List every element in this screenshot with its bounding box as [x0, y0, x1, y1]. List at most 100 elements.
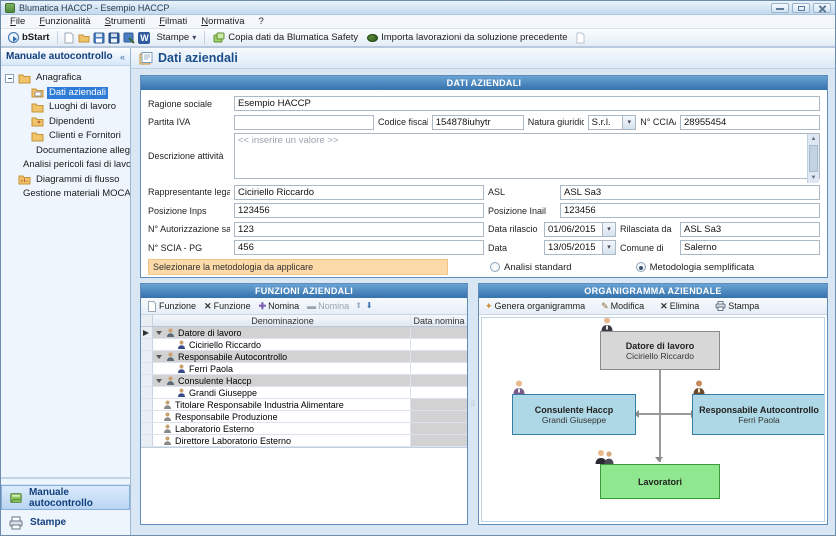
natura-giuridica-select[interactable]: S.r.l. ▾	[588, 115, 637, 130]
person-icon	[166, 376, 175, 386]
codice-fiscale-input[interactable]	[432, 115, 524, 130]
asl-input[interactable]	[560, 185, 820, 200]
posizione-inail-input[interactable]	[560, 203, 820, 218]
data-datepicker[interactable]: 13/05/2015 ▾	[544, 240, 616, 255]
menu-filmati[interactable]: Filmati	[152, 15, 194, 28]
comune-di-input[interactable]	[680, 240, 820, 255]
organigramma-toolbar: ✦ Genera organigramma ✎ Modifica ✕ Elimi…	[479, 298, 827, 315]
scroll-down-icon[interactable]: ▼	[808, 173, 819, 183]
menu-funzionalita[interactable]: Funzionalità	[32, 15, 97, 28]
delete-funzione-button[interactable]: ✕ Funzione	[202, 301, 253, 311]
collapse-node-icon[interactable]	[5, 74, 14, 83]
stampe-menu-button[interactable]: Stampe ▾	[153, 31, 199, 44]
scrollbar-thumb[interactable]	[809, 145, 818, 172]
scroll-up-icon[interactable]: ▲	[808, 134, 819, 144]
modifica-button[interactable]: ✎ Modifica	[599, 301, 646, 311]
collapse-row-icon[interactable]	[156, 379, 162, 383]
nav-manuale-autocontrollo-button[interactable]: Manuale autocontrollo	[1, 485, 130, 510]
add-nomina-button[interactable]: ✚ Nomina	[257, 301, 302, 311]
data-label: Data	[488, 243, 540, 253]
tree-item-gestione-moca[interactable]: Gestione materiali MOCA	[5, 187, 130, 202]
tree-item-luoghi-di-lavoro[interactable]: Luoghi di lavoro	[5, 100, 130, 115]
radio-analisi-standard[interactable]: Analisi standard	[490, 262, 572, 273]
save-icon[interactable]	[93, 32, 105, 44]
tree-item-diagrammi-flusso[interactable]: Diagrammi di flusso	[5, 173, 130, 188]
maximize-button[interactable]	[792, 3, 810, 13]
textarea-scrollbar[interactable]: ▲ ▼	[807, 134, 819, 183]
radio-metodologia-semplificata[interactable]: Metodologia semplificata	[636, 262, 755, 273]
save-all-icon[interactable]	[108, 32, 120, 44]
table-row[interactable]: Responsabile Autocontrollo	[141, 351, 467, 363]
tree-item-analisi-pericoli[interactable]: Analisi pericoli fasi di lavoro	[5, 158, 130, 173]
radio-on-icon[interactable]	[636, 262, 646, 272]
ragione-sociale-input[interactable]	[234, 96, 820, 111]
chevron-down-icon[interactable]: ▾	[602, 223, 615, 236]
menu-normativa[interactable]: Normativa	[194, 15, 251, 28]
open-folder-icon[interactable]	[78, 32, 90, 44]
arrow-down-icon	[655, 457, 663, 462]
table-row[interactable]: Direttore Laboratorio Esterno	[141, 435, 467, 447]
tree-item-dati-aziendali[interactable]: Dati aziendali	[5, 86, 130, 101]
menu-help[interactable]: ?	[252, 15, 271, 28]
person-clipart	[692, 380, 706, 395]
data-rilascio-datepicker[interactable]: 01/06/2015 ▾	[544, 222, 616, 237]
tree-item-clienti-fornitori[interactable]: Clienti e Fornitori	[5, 129, 130, 144]
descrizione-attivita-textarea[interactable]	[234, 133, 820, 179]
close-button[interactable]	[813, 3, 831, 13]
new-document-icon[interactable]	[63, 32, 75, 44]
remove-nomina-button[interactable]: ▬ Nomina	[305, 301, 351, 311]
rappresentante-legale-input[interactable]	[234, 185, 484, 200]
tree-item-anagrafica[interactable]: Anagrafica	[5, 71, 130, 86]
add-funzione-button[interactable]: Funzione	[145, 301, 198, 312]
minimize-button[interactable]	[771, 3, 789, 13]
tree-item-documentazione-allegata[interactable]: Documentazione allegata	[5, 144, 130, 159]
genera-organigramma-button[interactable]: ✦ Genera organigramma	[483, 301, 587, 311]
partita-iva-input[interactable]	[234, 115, 374, 130]
nav-stampe-button[interactable]: Stampe	[1, 510, 130, 535]
org-node-consulente[interactable]: Consulente Haccp Grandi Giuseppe	[512, 394, 636, 435]
chevron-down-icon[interactable]: ▾	[622, 116, 635, 129]
move-down-icon[interactable]: ⬇	[366, 301, 373, 311]
table-row[interactable]: Titolare Responsabile Industria Alimenta…	[141, 399, 467, 411]
table-row[interactable]: Laboratorio Esterno	[141, 423, 467, 435]
elimina-button[interactable]: ✕ Elimina	[658, 301, 701, 311]
save-export-icon[interactable]	[123, 32, 135, 44]
table-row[interactable]: Responsabile Produzione	[141, 411, 467, 423]
table-row[interactable]: Ferri Paola	[141, 363, 467, 375]
chevron-down-icon[interactable]: ▾	[602, 241, 615, 254]
importa-lavorazioni-button[interactable]: Importa lavorazioni da soluzione precede…	[364, 31, 570, 44]
move-up-icon[interactable]: ⬆	[355, 301, 362, 311]
bstart-button[interactable]: bStart	[5, 31, 52, 44]
copia-dati-button[interactable]: Copia dati da Blumatica Safety	[210, 31, 361, 45]
stampa-button[interactable]: Stampa	[713, 301, 761, 311]
word-export-icon[interactable]: W	[138, 32, 150, 44]
posizione-inail-label: Posizione Inail	[488, 206, 556, 216]
collapse-row-icon[interactable]	[156, 331, 162, 335]
funzioni-table: Denominazione Data nomina Datore di lavo…	[141, 315, 467, 448]
table-row[interactable]: Datore di lavoro	[141, 327, 467, 339]
tree-item-dipendenti[interactable]: Dipendenti	[5, 115, 130, 130]
menu-strumenti[interactable]: Strumenti	[98, 15, 153, 28]
table-row[interactable]: Grandi Giuseppe	[141, 387, 467, 399]
org-node-datore[interactable]: Datore di lavoro Ciciriello Riccardo	[600, 331, 720, 370]
menu-file[interactable]: File	[3, 15, 32, 28]
folder-people-icon	[31, 116, 44, 127]
scia-input[interactable]	[234, 240, 484, 255]
column-denominazione[interactable]: Denominazione	[153, 315, 411, 326]
posizione-inps-input[interactable]	[234, 203, 484, 218]
person-clipart	[600, 317, 614, 332]
autorizzazione-sanitaria-input[interactable]	[234, 222, 484, 237]
collapse-row-icon[interactable]	[156, 355, 162, 359]
column-data-nomina[interactable]: Data nomina	[411, 315, 467, 326]
radio-off-icon[interactable]	[490, 262, 500, 272]
collapse-sidebar-icon[interactable]: «	[120, 52, 125, 62]
org-node-lavoratori[interactable]: Lavoratori	[600, 464, 720, 499]
panel-splitter[interactable]: ⁞⁞	[468, 283, 478, 525]
n-cciaa-input[interactable]	[680, 115, 820, 130]
table-row[interactable]: Consulente Haccp	[141, 375, 467, 387]
table-row[interactable]: Ciciriello Riccardo	[141, 339, 467, 351]
org-node-responsabile[interactable]: Responsabile Autocontrollo Ferri Paola	[692, 394, 825, 435]
rilasciata-da-input[interactable]	[680, 222, 820, 237]
delete-x-icon: ✕	[660, 301, 668, 311]
page-icon	[574, 32, 586, 44]
